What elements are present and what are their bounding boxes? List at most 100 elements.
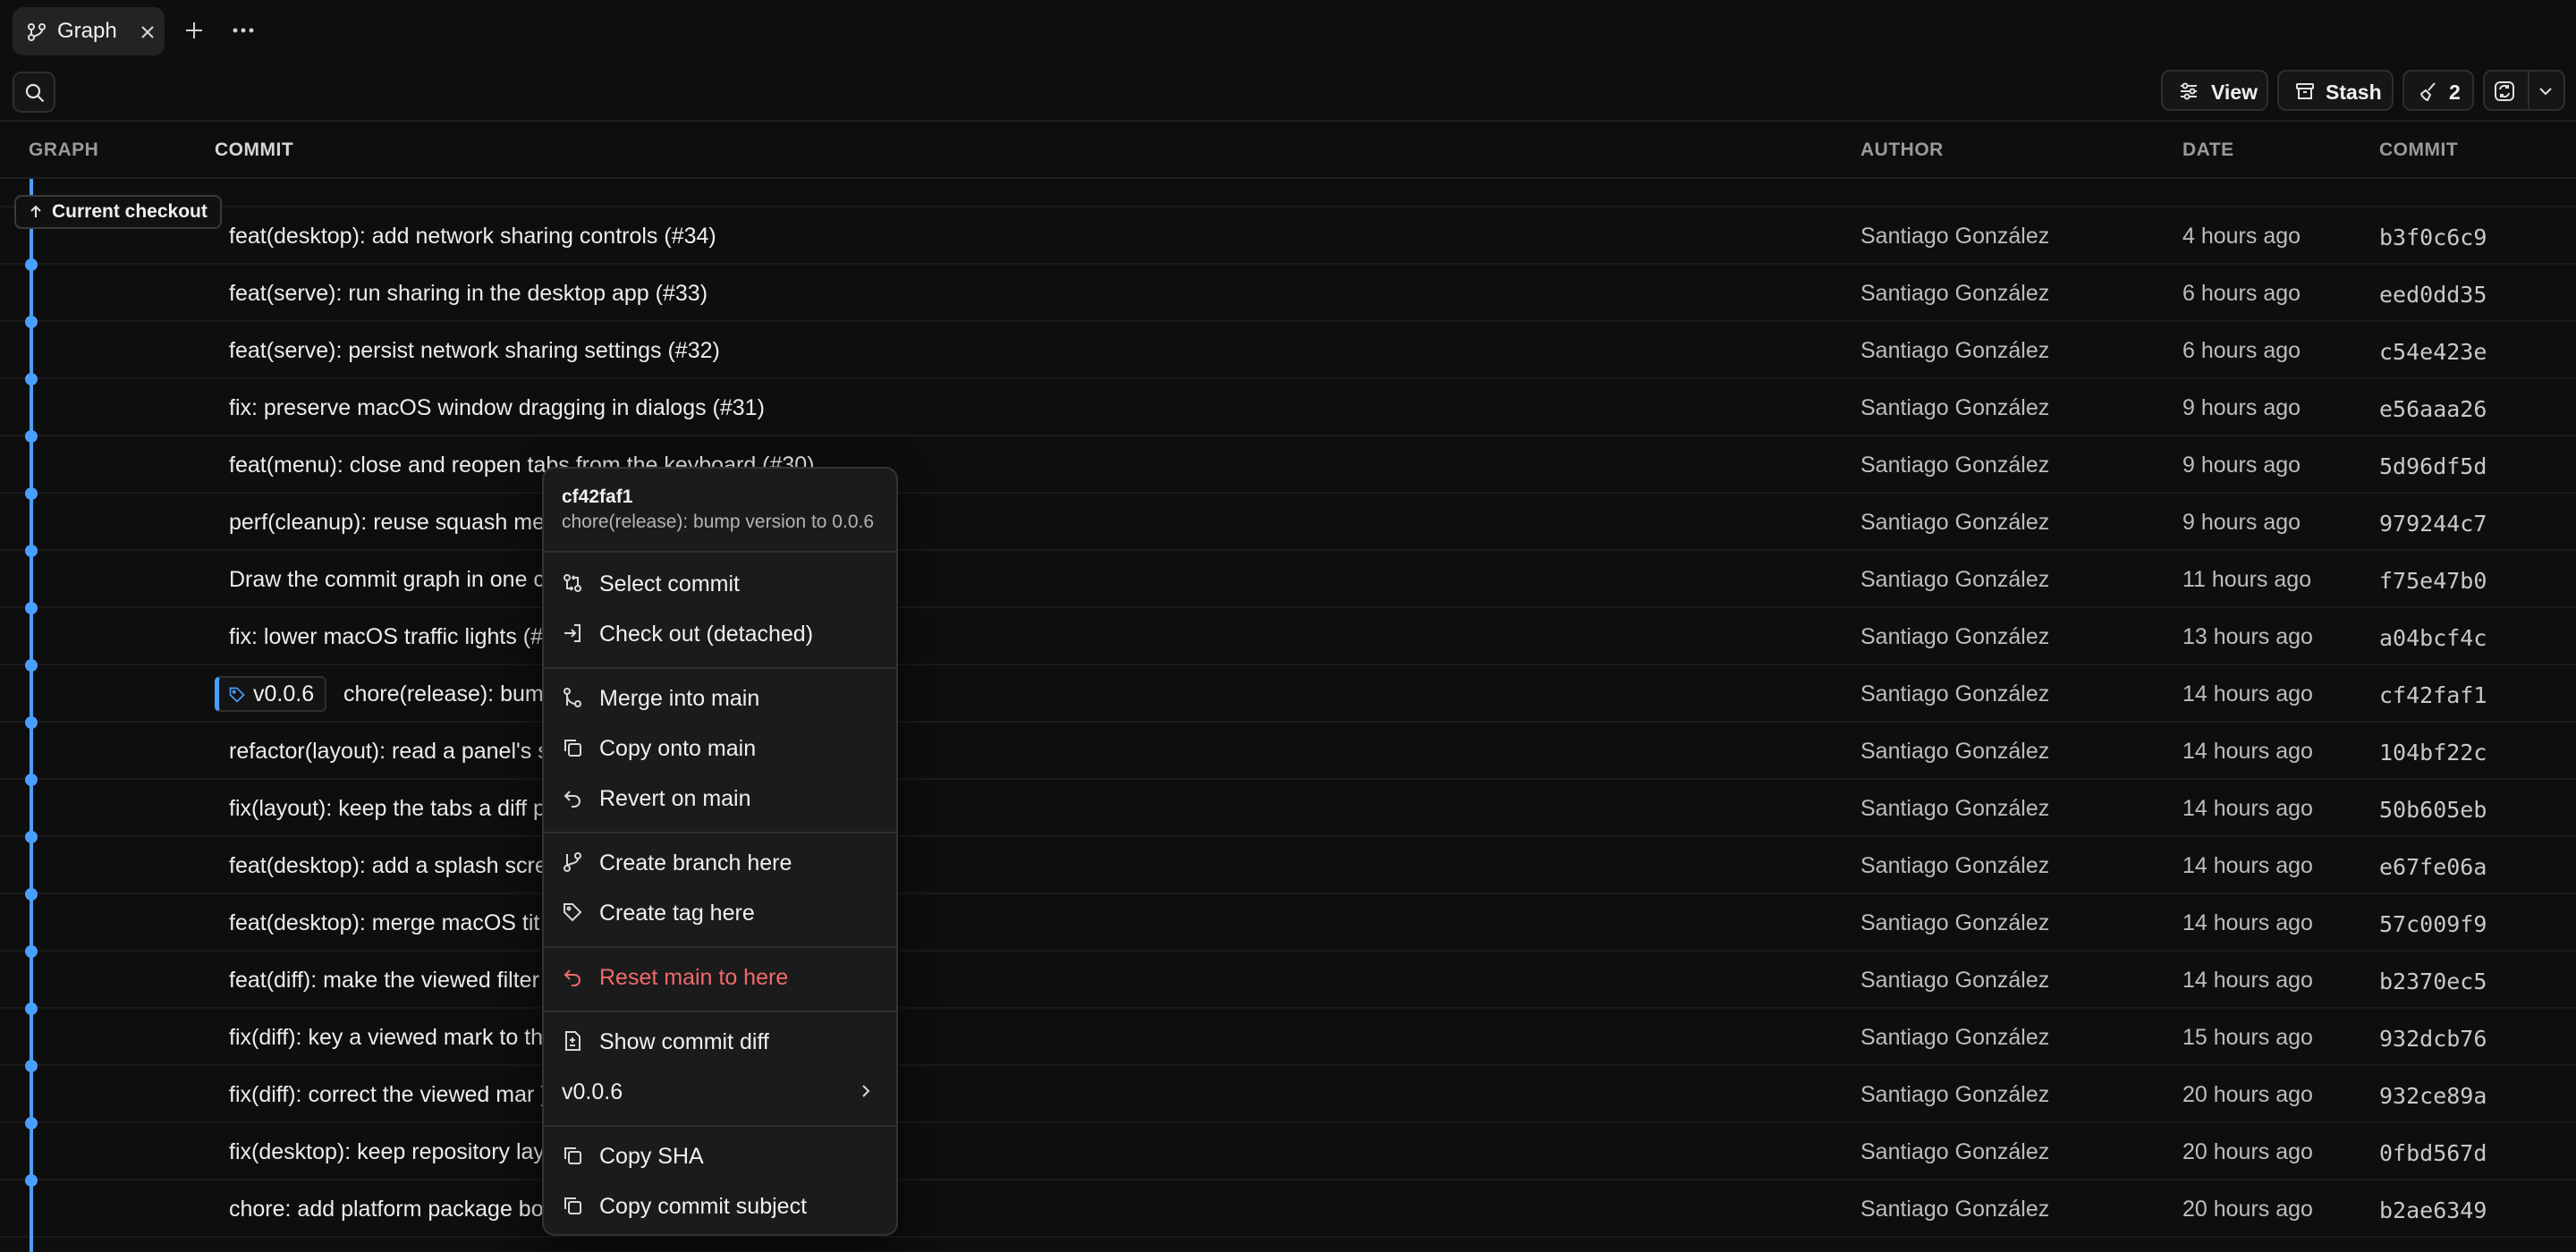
commit-row[interactable]: chore: add platform package bo Santiago G… [0, 1180, 2576, 1238]
commit-node [25, 888, 38, 901]
commit-author: Santiago González [1860, 968, 2050, 993]
commit-date: 9 hours ago [2182, 510, 2301, 535]
commit-node [25, 545, 38, 557]
menu-copy-sha[interactable]: Copy SHA [553, 1132, 887, 1179]
commit-author: Santiago González [1860, 681, 2050, 706]
commit-row[interactable]: fix(desktop): keep repository lay Santiag… [0, 1123, 2576, 1180]
commit-row[interactable]: fix(layout): keep the tabs a diff p Santi… [0, 780, 2576, 837]
commit-subject: Draw the commit graph in one c [229, 567, 545, 592]
commit-row[interactable]: feat(serve): persist network sharing set… [0, 322, 2576, 379]
commit-author: Santiago González [1860, 224, 2050, 249]
menu-tag-submenu[interactable]: v0.0.6 [553, 1068, 887, 1114]
commit-node [25, 1060, 38, 1072]
view-label: View [2211, 80, 2258, 104]
commit-node [25, 373, 38, 385]
commit-node [25, 487, 38, 500]
commit-author: Santiago González [1860, 853, 2050, 878]
menu-checkout-detached[interactable]: Check out (detached) [553, 610, 887, 656]
commit-subject: fix(diff): correct the viewed mar ) [229, 1082, 548, 1107]
tab-bar: Graph [0, 0, 2576, 63]
commit-row[interactable]: feat(desktop): merge macOS tit Santiago G… [0, 894, 2576, 952]
commit-row[interactable]: feat(diff): make the viewed filter Santia… [0, 952, 2576, 1009]
commit-date: 14 hours ago [2182, 796, 2313, 821]
menu-create-branch[interactable]: Create branch here [553, 839, 887, 885]
chevron-down-icon[interactable] [2537, 82, 2555, 100]
stash-label: Stash [2326, 80, 2382, 104]
commit-subject: feat(desktop): merge macOS tit [229, 910, 540, 935]
commit-date: 20 hours ago [2182, 1082, 2313, 1107]
commit-row[interactable]: fix: lower macOS traffic lights (# Santia… [0, 608, 2576, 665]
commit-node [25, 716, 38, 729]
commit-date: 14 hours ago [2182, 910, 2313, 935]
refresh-icon[interactable] [2494, 80, 2515, 102]
tag-icon [564, 903, 582, 922]
commit-node [25, 258, 38, 271]
commit-row[interactable]: fix(diff): correct the viewed mar ) Santi… [0, 1066, 2576, 1123]
tab-graph[interactable]: Graph [13, 7, 165, 55]
commit-row[interactable]: feat(desktop): add a splash scre ding (#… [0, 837, 2576, 894]
more-horizontal-icon[interactable] [231, 19, 256, 42]
commit-date: 14 hours ago [2182, 853, 2313, 878]
commit-node [25, 602, 38, 614]
commit-subject: feat(serve): persist network sharing set… [229, 338, 720, 363]
commit-sha: c54e423e [2379, 339, 2487, 365]
commit-node [25, 1002, 38, 1015]
commit-row[interactable]: feat(menu): close and reopen tabs from t… [0, 436, 2576, 494]
refresh-group [2483, 70, 2565, 111]
menu-copy-onto-main[interactable]: Copy onto main [553, 724, 887, 771]
commit-row[interactable]: perf(cleanup): reuse squash me Santiago G… [0, 494, 2576, 551]
commit-row[interactable]: feat(desktop): add network sharing contr… [0, 207, 2576, 265]
view-button[interactable]: View [2161, 70, 2268, 111]
commit-row[interactable]: refactor(layout): read a panel's s te th… [0, 723, 2576, 780]
column-author[interactable]: AUTHOR [1860, 140, 1944, 161]
menu-commit-sha: cf42faf1 [562, 486, 633, 507]
commit-sha: f75e47b0 [2379, 568, 2487, 594]
commit-subject: chore: add platform package bo [229, 1197, 544, 1222]
commit-row[interactable]: Draw the commit graph in one c Santiago G… [0, 551, 2576, 608]
search-icon [25, 83, 45, 103]
commit-node [25, 659, 38, 672]
menu-merge-into-main[interactable]: Merge into main [553, 674, 887, 721]
menu-show-commit-diff[interactable]: Show commit diff [553, 1018, 887, 1064]
commit-author: Santiago González [1860, 281, 2050, 306]
commit-sha: 0fbd567d [2379, 1140, 2487, 1166]
commit-author: Santiago González [1860, 624, 2050, 649]
cleanup-count: 2 [2449, 80, 2461, 104]
commit-date: 20 hours ago [2182, 1197, 2313, 1222]
column-date[interactable]: DATE [2182, 140, 2234, 161]
menu-revert-on-main[interactable]: Revert on main [553, 774, 887, 821]
commit-row[interactable]: v0.0.6 chore(release): bum Santiago Gonzál… [0, 665, 2576, 723]
tag-chip[interactable]: v0.0.6 [215, 676, 327, 712]
commit-sha: cf42faf1 [2379, 682, 2487, 708]
commit-row[interactable]: feat(serve): run sharing in the desktop … [0, 265, 2576, 322]
commit-sha: a04bcf4c [2379, 625, 2487, 651]
broom-icon [2419, 82, 2436, 101]
commit-sha: b2ae6349 [2379, 1197, 2487, 1223]
close-icon[interactable] [140, 24, 156, 40]
commit-author: Santiago González [1860, 453, 2050, 478]
menu-reset-main[interactable]: Reset main to here [553, 953, 887, 1000]
column-commit[interactable]: COMMIT [215, 140, 293, 161]
commit-row[interactable]: fix(diff): key a viewed mark to th Santia… [0, 1009, 2576, 1066]
git-merge-icon [564, 688, 581, 707]
commit-date: 14 hours ago [2182, 681, 2313, 706]
commit-row[interactable]: network-sharing-platformslocalfeat(deskt… [0, 179, 2576, 207]
stash-button[interactable]: Stash [2277, 70, 2394, 111]
search-button[interactable] [13, 72, 55, 113]
git-branch-icon [564, 852, 581, 872]
menu-commit-subject: chore(release): bump version to 0.0.6 [562, 512, 875, 532]
menu-copy-commit-subject[interactable]: Copy commit subject [553, 1182, 887, 1229]
commit-row[interactable]: fix: preserve macOS window dragging in d… [0, 379, 2576, 436]
menu-create-tag[interactable]: Create tag here [553, 889, 887, 935]
column-sha[interactable]: COMMIT [2379, 140, 2458, 161]
commit-sha: e56aaa26 [2379, 396, 2487, 422]
commit-date: 15 hours ago [2182, 1025, 2313, 1050]
undo-icon [564, 969, 580, 986]
plus-icon[interactable] [182, 19, 206, 42]
cleanup-button[interactable]: 2 [2402, 70, 2474, 111]
commit-date: 9 hours ago [2182, 453, 2301, 478]
commit-date: 6 hours ago [2182, 338, 2301, 363]
commit-subject: feat(diff): make the viewed filter [229, 968, 539, 993]
menu-select-commit[interactable]: Select commit [553, 560, 887, 606]
commit-subject: fix: preserve macOS window dragging in d… [229, 395, 765, 420]
